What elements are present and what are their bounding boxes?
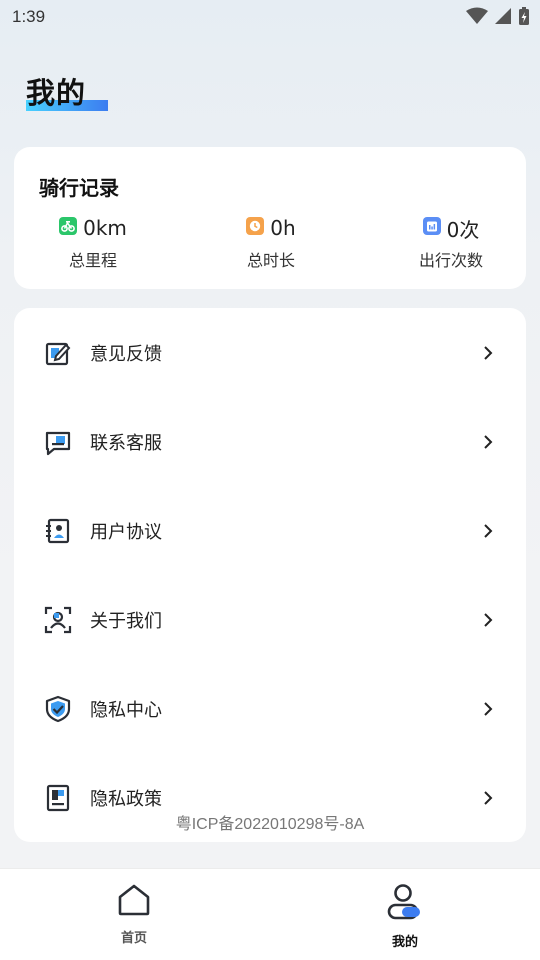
clock-icon [246,217,265,235]
menu-item-about-us[interactable]: 关于我们 [14,575,526,664]
bike-icon [59,217,78,235]
chevron-right-icon [484,523,493,538]
ride-record-card: 骑行记录 0km 总里程 0h 总时长 0次 出行次数 [14,147,526,289]
stat-distance-value: 0km [83,216,127,240]
wifi-icon [466,7,488,24]
menu-label-about-us: 关于我们 [90,610,162,632]
menu-item-privacy-center[interactable]: 隐私中心 [14,664,526,753]
status-bar: 1:39 [0,0,540,34]
bottom-nav: 首页 我的 [0,868,540,960]
page-title: 我的 [26,76,87,110]
stat-distance-label: 总里程 [68,251,117,270]
menu-label-feedback: 意见反馈 [90,343,162,365]
chevron-right-icon [484,612,493,627]
menu-item-contact-support[interactable]: 联系客服 [14,397,526,486]
calendar-icon [422,217,441,235]
chevron-right-icon [484,790,493,805]
user-agreement-icon [46,518,70,543]
page-title-wrap: 我的 [26,70,108,112]
status-time: 1:39 [12,7,46,26]
nav-label-profile: 我的 [391,935,418,950]
feedback-edit-icon [45,342,71,365]
stat-duration-value: 0h [270,216,296,240]
nav-item-home[interactable]: 首页 [74,883,194,946]
stat-total-distance: 0km 总里程 [28,216,158,271]
home-icon [118,884,150,916]
nav-label-home: 首页 [120,931,147,946]
about-person-scan-icon [44,606,72,633]
chevron-right-icon [484,701,493,716]
shield-check-icon [45,695,71,722]
stat-trips-label: 出行次数 [418,251,483,270]
chevron-right-icon [484,434,493,449]
status-icons [466,6,530,26]
nav-item-profile[interactable]: 我的 [345,883,465,950]
battery-charging-icon [519,7,529,25]
profile-icon [387,884,420,920]
stat-trip-count: 0次 出行次数 [386,217,516,271]
icp-license-text[interactable]: 粤ICP备2022010298号-8A [14,810,526,834]
menu-label-contact-support: 联系客服 [90,432,162,454]
menu-item-feedback[interactable]: 意见反馈 [14,308,526,397]
stat-trips-value: 0次 [446,217,480,242]
menu-label-user-agreement: 用户协议 [90,521,162,543]
stat-total-duration: 0h 总时长 [206,216,336,271]
ride-record-title: 骑行记录 [39,176,119,200]
stat-duration-label: 总时长 [246,251,295,270]
cell-signal-icon [495,8,511,24]
menu-item-user-agreement[interactable]: 用户协议 [14,486,526,575]
chevron-right-icon [484,345,493,360]
menu-label-privacy-center: 隐私中心 [90,699,162,721]
policy-document-icon [46,784,70,811]
chat-message-icon [45,431,71,455]
menu-label-privacy-policy: 隐私政策 [90,788,162,810]
menu-card: 意见反馈 联系客服 用户协议 关于我们 隐私中心 隐私政策 粤ICP备20220… [14,308,526,842]
